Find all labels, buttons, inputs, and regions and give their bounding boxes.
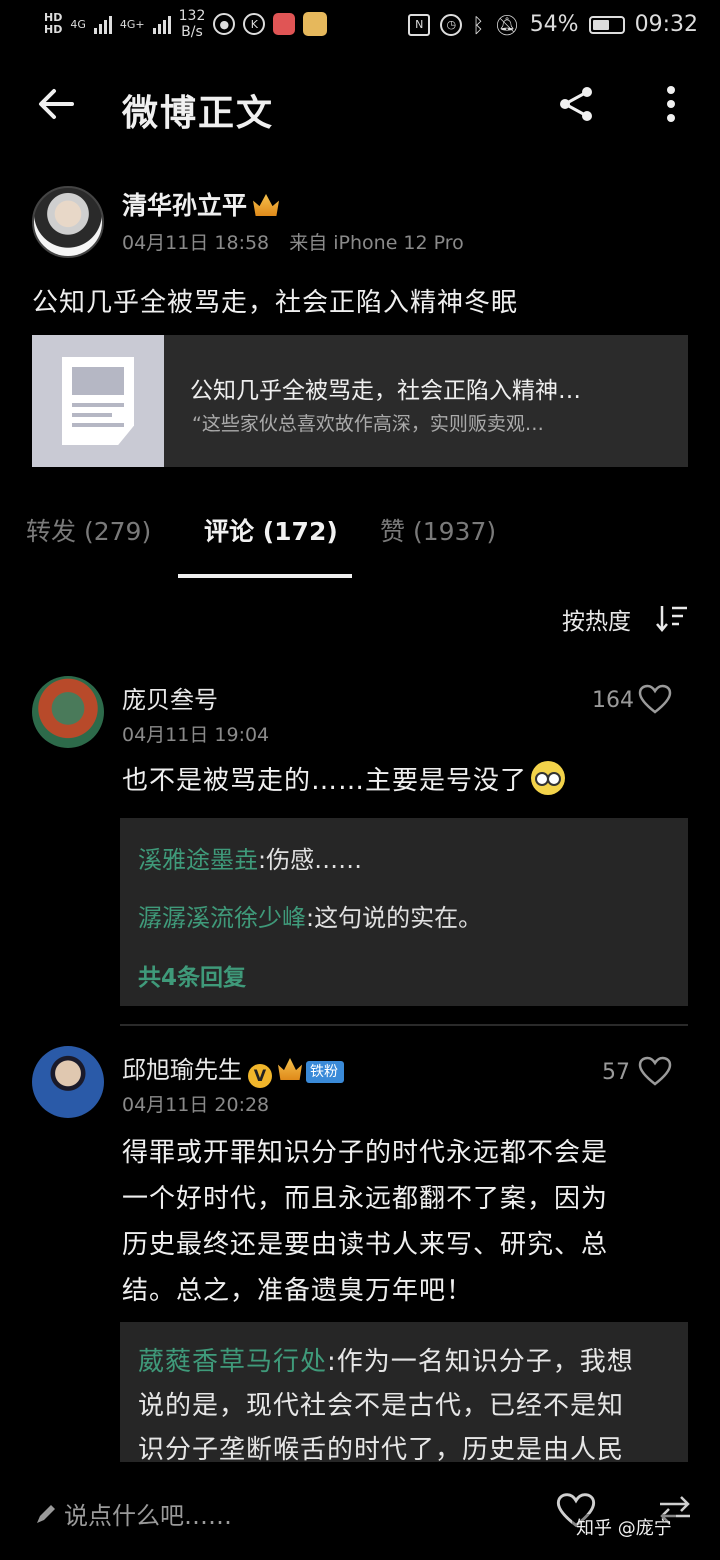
more-vertical-icon[interactable] <box>656 84 686 124</box>
heart-icon[interactable] <box>638 1056 672 1086</box>
network-type-1: 4G <box>70 17 86 31</box>
battery-percent: 54% <box>529 12 579 37</box>
article-subtitle: “这些家伙总喜欢故作高深，实则贩卖观… <box>192 413 544 435</box>
reply-user[interactable]: 溪雅途墨垚 <box>138 846 258 874</box>
like-count: 57 <box>602 1060 630 1085</box>
post-meta: 04月11日 18:58 来自 iPhone 12 Pro <box>122 228 464 255</box>
article-link-card[interactable]: 公知几乎全被骂走，社会正陷入精神… “这些家伙总喜欢故作高深，实则贩卖观… <box>32 335 688 467</box>
comment-line: 结。总之，准备遗臭万年吧！ <box>122 1276 474 1306</box>
post-author[interactable]: 清华孙立平 <box>122 186 280 222</box>
nfc-icon: N <box>408 13 431 36</box>
view-all-replies-link[interactable]: 共4条回复 <box>138 958 246 992</box>
comment-text: 得罪或开罪知识分子的时代永远都不会是 一个好时代，而且永远都翻不了案，因为 历史… <box>122 1130 608 1314</box>
commenter-avatar[interactable] <box>32 676 104 748</box>
comment-text-content: 也不是被骂走的……主要是号没了 <box>122 766 528 796</box>
watermark: 知乎 @庞宁 <box>572 1514 676 1540</box>
tab-likes[interactable]: 赞 (1937) <box>380 512 496 548</box>
clock: 09:32 <box>634 12 698 37</box>
reply-user[interactable]: 葳蕤香草马行处 <box>138 1347 327 1377</box>
eye-icon: ● <box>213 13 236 35</box>
book-app-icon <box>273 13 296 35</box>
comment-line: 一个好时代，而且永远都翻不了案，因为 <box>122 1184 609 1214</box>
tab-reposts[interactable]: 转发 (279) <box>26 512 151 548</box>
document-icon <box>62 357 134 445</box>
verified-badge-icon: V <box>248 1064 272 1088</box>
status-bar: HD HD 4G 4G+ 132 B/s ● K N ◷ ᛒ 🔕︎ 54% 09… <box>0 0 720 52</box>
share-icon[interactable] <box>556 84 596 124</box>
reply-box[interactable]: 溪雅途墨垚:伤感…… 潺潺溪流徐少峰:这句说的实在。 共4条回复 <box>120 818 688 1006</box>
tab-comments-label: 评论 <box>204 517 255 546</box>
network-speed: 132 B/s <box>179 8 206 40</box>
heart-icon[interactable] <box>638 684 672 714</box>
post-author-name[interactable]: 清华孙立平 <box>122 191 247 220</box>
post-date: 04月11日 18:58 <box>122 232 270 254</box>
reply-text: :作为一名知识分子，我想 <box>327 1347 634 1377</box>
fan-badge: 铁粉 <box>306 1061 344 1083</box>
reply-box[interactable]: 葳蕤香草马行处:作为一名知识分子，我想 说的是，现代社会不是古代，已经不是知 识… <box>120 1322 688 1462</box>
pen-icon <box>37 1505 55 1523</box>
k-app-icon: K <box>243 13 266 35</box>
post-text: 公知几乎全被骂走，社会正陷入精神冬眠 <box>32 288 519 318</box>
active-tab-indicator <box>178 574 352 578</box>
comment-author[interactable]: 庞贝叁号 <box>122 680 218 715</box>
comment-input[interactable]: 说点什么吧…… <box>64 1496 232 1531</box>
tab-likes-label: 赞 <box>380 517 406 546</box>
reply-text: 说的是，现代社会不是古代，已经不是知 <box>138 1391 625 1421</box>
arrow-left-icon[interactable] <box>34 82 78 126</box>
tab-likes-count: (1937) <box>412 517 497 546</box>
emoji-icon <box>531 761 566 795</box>
mute-icon: 🔕︎ <box>494 12 520 37</box>
comment-author-name[interactable]: 邱旭瑜先生 <box>122 1056 242 1084</box>
weibo-detail-page: HD HD 4G 4G+ 132 B/s ● K N ◷ ᛒ 🔕︎ 54% 09… <box>0 0 720 1560</box>
top-app-bar: 微博正文 <box>0 70 720 146</box>
comment-author[interactable]: 邱旭瑜先生 V 铁粉 <box>122 1050 344 1088</box>
reply-text: 识分子垄断喉舌的时代了，历史是由人民 <box>138 1435 625 1462</box>
comment-divider <box>120 1024 688 1026</box>
post-source: 来自 iPhone 12 Pro <box>289 232 464 254</box>
reply-text: :这句说的实在。 <box>306 904 483 932</box>
network-type-2: 4G+ <box>119 17 145 31</box>
sort-icon[interactable] <box>655 604 689 632</box>
crown-icon <box>278 1058 302 1080</box>
comment-line: 得罪或开罪知识分子的时代永远都不会是 <box>122 1138 609 1168</box>
reply-item[interactable]: 潺潺溪流徐少峰:这句说的实在。 <box>138 898 482 933</box>
tab-bar: 转发 (279) 评论 (172) 赞 (1937) <box>0 512 720 582</box>
comment-date: 04月11日 20:28 <box>122 1094 270 1116</box>
tab-reposts-count: (279) <box>83 517 152 546</box>
hd-label-2: HD <box>44 23 63 36</box>
hd-indicator: HD HD <box>44 12 62 36</box>
commenter-avatar[interactable] <box>32 1046 104 1118</box>
article-thumbnail <box>32 335 164 467</box>
alarm-icon: ◷ <box>440 13 463 36</box>
author-avatar[interactable] <box>32 186 104 258</box>
reply-item[interactable]: 溪雅途墨垚:伤感…… <box>138 840 362 875</box>
tab-reposts-label: 转发 <box>26 517 77 546</box>
like-count: 164 <box>592 688 634 713</box>
bluetooth-icon: ᛒ <box>472 12 485 37</box>
comment-line: 历史最终还是要由读书人来写、研究、总 <box>122 1230 609 1260</box>
reply-user[interactable]: 潺潺溪流徐少峰 <box>138 904 306 932</box>
article-title: 公知几乎全被骂走，社会正陷入精神… <box>190 378 581 404</box>
crown-icon <box>253 194 280 216</box>
sort-button[interactable]: 按热度 <box>562 602 631 636</box>
battery-icon <box>588 15 625 34</box>
page-title: 微博正文 <box>122 93 275 134</box>
reply-item[interactable]: 葳蕤香草马行处:作为一名知识分子，我想 说的是，现代社会不是古代，已经不是知 识… <box>138 1340 672 1462</box>
game-app-icon <box>303 12 328 36</box>
tab-comments[interactable]: 评论 (172) <box>204 512 338 548</box>
signal-icon <box>93 14 112 34</box>
comment-text: 也不是被骂走的……主要是号没了 <box>122 758 566 804</box>
reply-text: :伤感…… <box>258 846 363 874</box>
tab-comments-count: (172) <box>262 517 338 546</box>
speed-unit: B/s <box>181 24 203 40</box>
bottom-comment-bar: 说点什么吧…… 知乎 @庞宁 <box>0 1462 720 1560</box>
signal-icon-2 <box>152 14 171 34</box>
speed-value: 132 <box>178 8 206 24</box>
comment-date: 04月11日 19:04 <box>122 724 270 746</box>
